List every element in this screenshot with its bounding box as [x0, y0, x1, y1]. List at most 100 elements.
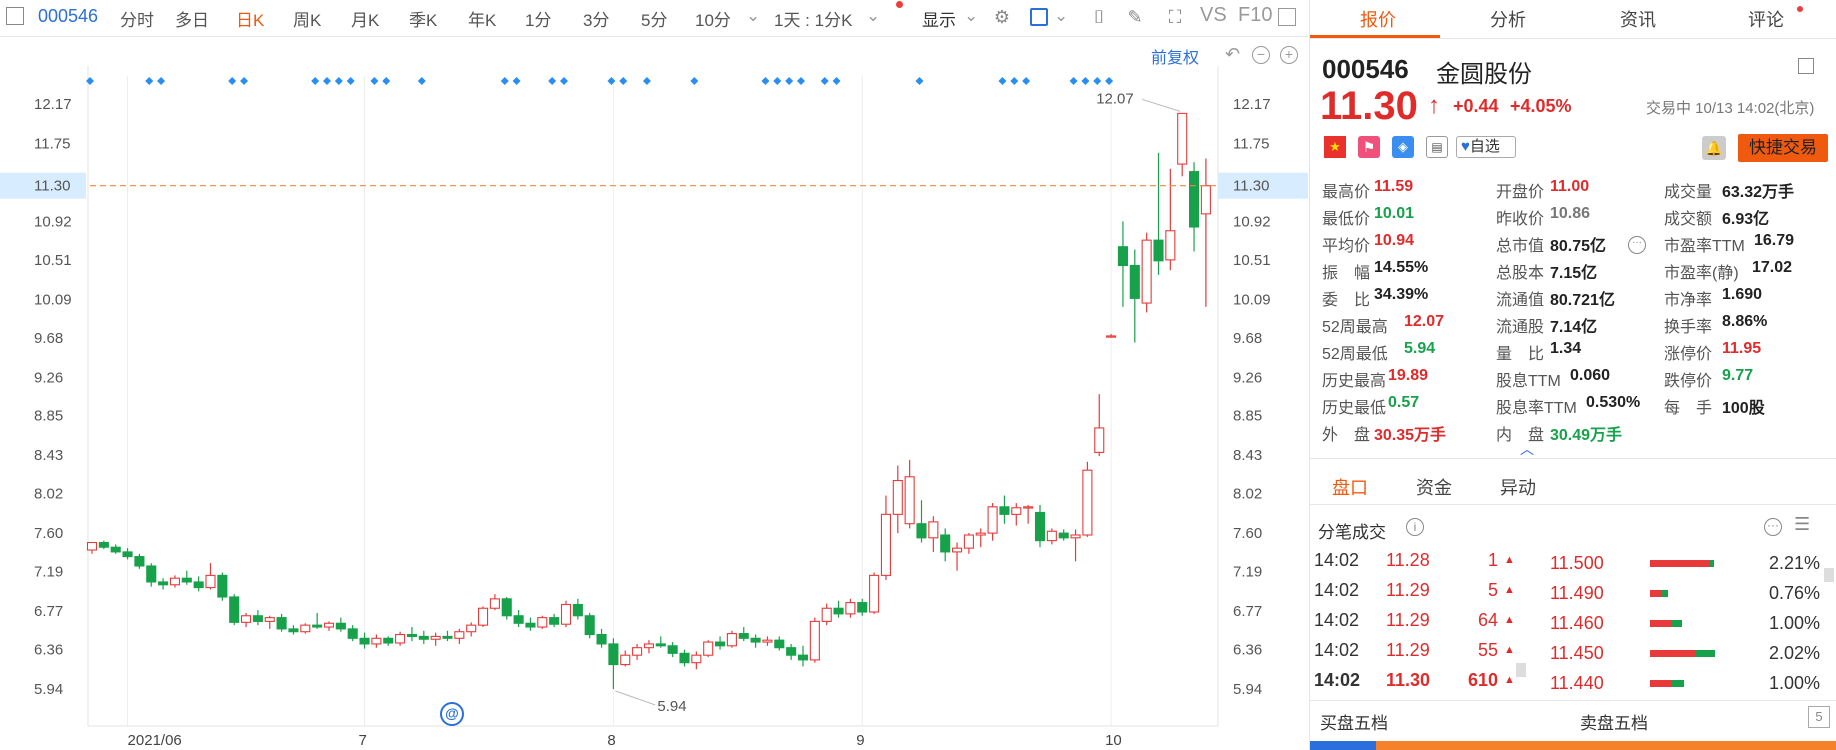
tab-news[interactable]: 资讯	[1620, 6, 1656, 32]
candle	[951, 542, 963, 571]
candle-body	[264, 617, 275, 622]
y-tick-label-right: 10.09	[1233, 291, 1271, 308]
tag-icon[interactable]: ◈	[1392, 136, 1414, 158]
bell-icon[interactable]: 🔔	[1702, 136, 1726, 160]
candle	[1082, 461, 1093, 537]
candle-body	[1129, 264, 1140, 299]
period-tab[interactable]: 月K	[351, 6, 379, 31]
event-diamond-marker	[607, 77, 616, 85]
period-tab[interactable]: 1分	[525, 6, 551, 31]
f10-button[interactable]: F10	[1238, 4, 1272, 27]
interval-select[interactable]: 1天 : 1分K	[774, 6, 852, 31]
period-tab[interactable]: 年K	[468, 6, 496, 31]
event-diamond-marker	[820, 77, 829, 85]
y-tick-label-right: 6.77	[1233, 603, 1262, 620]
depth-bar-green	[1662, 590, 1668, 597]
event-marker-icon[interactable]: @	[440, 702, 464, 726]
chevron-down-icon[interactable]: ⌄	[964, 6, 978, 26]
y-tick-label-left: 11.75	[34, 135, 70, 152]
scroll-handle[interactable]	[1516, 663, 1526, 677]
more-info-icon[interactable]: ···	[1628, 236, 1646, 254]
collapse-chevron-icon[interactable]: ︿	[1520, 439, 1534, 459]
candle-body	[774, 639, 785, 649]
chevron-down-icon[interactable]: ⌄	[866, 6, 880, 26]
candle	[869, 572, 880, 614]
event-diamond-marker	[560, 77, 568, 85]
zoom-out-icon[interactable]: −	[1252, 46, 1270, 64]
add-watchlist-button[interactable]: ♥自选	[1456, 136, 1516, 158]
subtab-movement[interactable]: 异动	[1500, 474, 1536, 500]
bookmark-icon[interactable]: ▤	[1426, 136, 1448, 158]
candle	[1177, 112, 1188, 177]
tick-volume: 5	[1487, 580, 1498, 600]
display-menu[interactable]: 显示	[922, 6, 956, 31]
candle-body	[323, 622, 335, 628]
period-tab-active[interactable]: 日K	[236, 6, 264, 31]
candle	[560, 600, 572, 628]
kline-chart[interactable]: 12.17 11.75 10.92 10.51 10.09 9.68 9.26 8.85 8.4…	[0, 36, 1308, 750]
period-tab[interactable]: 季K	[409, 6, 437, 31]
chevron-down-icon[interactable]: ⌄	[1054, 6, 1068, 26]
candle-body	[489, 598, 500, 609]
candle-body	[205, 574, 216, 589]
candle-body	[703, 641, 714, 656]
adjust-mode-link[interactable]: 前复权	[1151, 44, 1199, 68]
period-tab[interactable]: 10分	[695, 6, 731, 31]
candle-body	[406, 633, 418, 637]
y-tick-label-right: 5.94	[1233, 681, 1262, 698]
stock-code-link[interactable]: 000546	[38, 6, 98, 27]
price-change-pct: +4.05%	[1510, 96, 1572, 116]
candle	[643, 640, 655, 654]
list-icon[interactable]: ☰	[1794, 514, 1810, 535]
chart-toolbar: 000546 分时 多日 日K 周K 月K 季K 年K 1分 3分 5分 10分…	[0, 0, 1308, 37]
panel-toggle-icon[interactable]	[1278, 8, 1296, 26]
undo-icon[interactable]: ↶	[1225, 44, 1240, 65]
chevron-down-icon[interactable]: ⌄	[746, 6, 760, 26]
candle	[928, 516, 939, 552]
period-tab[interactable]: 多日	[175, 6, 209, 31]
candle-body	[892, 479, 903, 515]
event-diamond-marker	[1093, 77, 1102, 85]
draw-box-icon[interactable]	[1030, 8, 1048, 26]
subtab-capital[interactable]: 资金	[1416, 474, 1452, 500]
tab-quote[interactable]: 报价	[1360, 6, 1396, 32]
flag-icon[interactable]: ★	[1324, 136, 1346, 158]
info-icon[interactable]: i	[1406, 518, 1424, 536]
candle-body	[169, 577, 180, 586]
tick-time: 14:02	[1314, 670, 1361, 690]
period-tab[interactable]: 3分	[583, 6, 609, 31]
period-tab[interactable]: 分时	[120, 6, 154, 31]
menu-icon[interactable]	[1798, 58, 1814, 74]
vs-compare-button[interactable]: VS	[1200, 4, 1227, 27]
quote-label: 市盈率TTM	[1664, 238, 1745, 255]
divider	[1310, 504, 1836, 505]
quick-trade-button[interactable]: 快捷交易	[1738, 134, 1828, 162]
period-tab[interactable]: 周K	[293, 6, 321, 31]
depth-pct: 1.00%	[1768, 673, 1820, 693]
more-icon[interactable]: ···	[1764, 518, 1782, 536]
tick-time: 14:02	[1314, 550, 1360, 570]
period-tab[interactable]: 5分	[641, 6, 667, 31]
tab-comments[interactable]: 评论	[1748, 6, 1784, 32]
pencil-icon[interactable]: ✎	[1124, 6, 1146, 28]
depth-bar-red	[1650, 560, 1710, 567]
camera-icon[interactable]: ⌷	[1088, 6, 1110, 28]
event-diamond-marker	[998, 77, 1007, 85]
sidebar-toggle-icon[interactable]	[6, 7, 24, 25]
candle	[904, 459, 915, 529]
scroll-handle-right[interactable]	[1824, 568, 1834, 582]
subtab-orderbook[interactable]: 盘口	[1332, 474, 1368, 500]
candle	[418, 630, 429, 644]
orderbook-settings-icon[interactable]: 5	[1808, 706, 1830, 728]
tab-analysis[interactable]: 分析	[1490, 6, 1526, 32]
y-tick-label-left: 9.26	[34, 369, 63, 386]
candle-body	[596, 633, 607, 645]
candle	[821, 603, 832, 626]
fullscreen-icon[interactable]: ⛶	[1164, 6, 1186, 28]
event-diamond-marker	[157, 77, 166, 85]
candle-body	[359, 637, 370, 645]
runner-icon[interactable]: ⚑	[1358, 136, 1380, 158]
zoom-in-icon[interactable]: +	[1280, 46, 1298, 64]
gear-icon[interactable]: ⚙	[991, 6, 1013, 28]
event-diamond-marker	[228, 77, 237, 85]
